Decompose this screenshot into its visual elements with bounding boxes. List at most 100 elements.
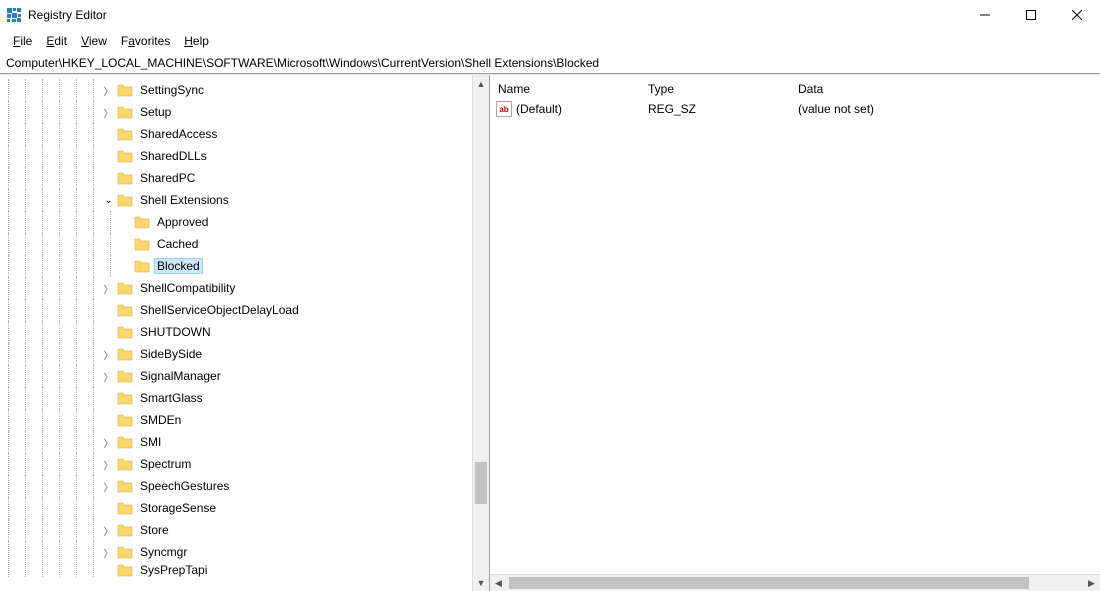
tree-guide [51,101,68,123]
chevron-down-icon[interactable]: ⌄ [102,194,115,207]
tree-guide [85,167,102,189]
tree-item[interactable]: SHUTDOWN [0,321,472,343]
scroll-up-icon[interactable]: ▲ [473,75,489,92]
expander-none [119,260,132,273]
tree-guide [34,431,51,453]
scroll-track[interactable] [507,575,1083,591]
tree-guide [17,145,34,167]
menu-view[interactable]: View [74,32,114,50]
tree-guide [34,563,51,577]
tree-item-label: SMDEn [137,412,184,428]
menu-edit[interactable]: Edit [39,32,74,50]
scroll-thumb[interactable] [475,462,487,504]
minimize-button[interactable] [962,0,1008,30]
tree-guide [68,563,85,577]
tree-vertical-scrollbar[interactable]: ▲ ▼ [472,75,489,591]
tree-guide [51,409,68,431]
values-list[interactable]: ab(Default)REG_SZ(value not set) [490,99,1100,574]
tree-item[interactable]: ShellServiceObjectDelayLoad [0,299,472,321]
scroll-thumb[interactable] [509,577,1029,589]
tree-guide [68,255,85,277]
tree-guide [85,387,102,409]
tree-item[interactable]: 〉SMI [0,431,472,453]
value-row[interactable]: ab(Default)REG_SZ(value not set) [490,99,1100,119]
tree-item[interactable]: 〉Setup [0,101,472,123]
tree-guide [0,563,17,577]
tree-item[interactable]: 〉ShellCompatibility [0,277,472,299]
tree-guide [68,189,85,211]
tree-item[interactable]: 〉Syncmgr [0,541,472,563]
tree-item[interactable]: SharedPC [0,167,472,189]
tree-item[interactable]: SharedAccess [0,123,472,145]
tree-guide [68,101,85,123]
tree-item[interactable]: SysPrepTapi [0,563,472,577]
tree-guide [0,145,17,167]
expander-none [102,392,115,405]
tree-guide [34,453,51,475]
maximize-button[interactable] [1008,0,1054,30]
folder-icon [117,347,133,361]
scroll-right-icon[interactable]: ▶ [1083,578,1100,589]
chevron-right-icon[interactable]: 〉 [102,282,115,295]
expander-none [102,128,115,141]
column-data[interactable]: Data [790,82,1100,96]
tree-scroll[interactable]: 〉SettingSync〉SetupSharedAccessSharedDLLs… [0,75,472,591]
values-horizontal-scrollbar[interactable]: ◀ ▶ [490,574,1100,591]
chevron-right-icon[interactable]: 〉 [102,348,115,361]
tree-guide [34,299,51,321]
window-title: Registry Editor [28,8,107,22]
tree-item[interactable]: 〉SettingSync [0,79,472,101]
chevron-right-icon[interactable]: 〉 [102,370,115,383]
tree-item[interactable]: 〉SideBySide [0,343,472,365]
chevron-right-icon[interactable]: 〉 [102,524,115,537]
tree-guide [68,541,85,563]
addressbar[interactable]: Computer\HKEY_LOCAL_MACHINE\SOFTWARE\Mic… [0,52,1100,74]
close-button[interactable] [1054,0,1100,30]
tree-item[interactable]: 〉SpeechGestures [0,475,472,497]
tree-item[interactable]: SharedDLLs [0,145,472,167]
chevron-right-icon[interactable]: 〉 [102,546,115,559]
chevron-right-icon[interactable]: 〉 [102,480,115,493]
tree-item[interactable]: SMDEn [0,409,472,431]
folder-icon [117,523,133,537]
tree-item[interactable]: Approved [0,211,472,233]
tree-guide [102,211,119,233]
registry-tree: 〉SettingSync〉SetupSharedAccessSharedDLLs… [0,79,472,577]
menu-file[interactable]: File [6,32,39,50]
tree-guide [0,365,17,387]
tree-item-label: Approved [154,214,211,230]
chevron-right-icon[interactable]: 〉 [102,84,115,97]
column-type[interactable]: Type [640,82,790,96]
folder-icon [117,369,133,383]
tree-item[interactable]: Blocked [0,255,472,277]
tree-guide [85,321,102,343]
tree-guide [85,365,102,387]
tree-item[interactable]: 〉SignalManager [0,365,472,387]
scroll-left-icon[interactable]: ◀ [490,578,507,589]
tree-item[interactable]: Cached [0,233,472,255]
tree-item[interactable]: ⌄Shell Extensions [0,189,472,211]
menu-help[interactable]: Help [177,32,216,50]
tree-guide [0,167,17,189]
menu-favorites[interactable]: Favorites [114,32,177,50]
tree-item[interactable]: 〉Spectrum [0,453,472,475]
tree-guide [85,541,102,563]
address-path: Computer\HKEY_LOCAL_MACHINE\SOFTWARE\Mic… [6,56,599,70]
chevron-right-icon[interactable]: 〉 [102,436,115,449]
expander-none [102,564,115,577]
scroll-down-icon[interactable]: ▼ [473,574,489,591]
folder-icon [117,193,133,207]
tree-item[interactable]: 〉Store [0,519,472,541]
tree-guide [17,255,34,277]
tree-guide [17,563,34,577]
column-name[interactable]: Name [490,82,640,96]
chevron-right-icon[interactable]: 〉 [102,458,115,471]
tree-guide [68,343,85,365]
tree-guide [68,475,85,497]
tree-item[interactable]: SmartGlass [0,387,472,409]
tree-guide [17,497,34,519]
scroll-track[interactable] [473,92,489,574]
chevron-right-icon[interactable]: 〉 [102,106,115,119]
tree-guide [34,101,51,123]
tree-item[interactable]: StorageSense [0,497,472,519]
